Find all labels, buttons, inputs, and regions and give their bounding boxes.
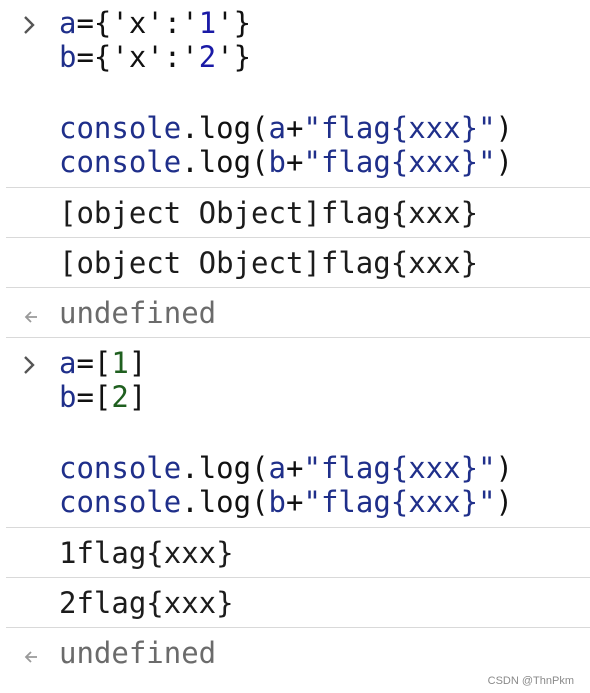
variable-name: a (268, 111, 287, 145)
log-method: log (198, 111, 252, 145)
console-identifier: console (59, 485, 182, 519)
punctuation: ) (495, 451, 514, 485)
console-input-line[interactable]: b=[2] (59, 380, 146, 414)
punctuation: ] (128, 346, 147, 380)
row-divider (6, 237, 590, 238)
console-result-value: undefined (59, 296, 217, 330)
string-literal: "flag{xxx}" (303, 111, 496, 145)
operator: + (286, 451, 304, 485)
console-output-line: 2flag{xxx} (59, 586, 234, 620)
console-input-line[interactable]: b={'x':'2'} (59, 40, 251, 74)
return-arrow-icon (18, 642, 42, 666)
variable-name: b (59, 380, 77, 414)
log-method: log (198, 145, 252, 179)
console-output-line: [object Object]flag{xxx} (59, 196, 479, 230)
punctuation: ={ (76, 6, 112, 40)
quote: ' (146, 40, 164, 74)
punctuation: ( (251, 111, 269, 145)
punctuation: =[ (76, 346, 112, 380)
variable-name: b (268, 485, 287, 519)
punctuation: ) (495, 145, 514, 179)
console-input-line[interactable]: console.log(b+"flag{xxx}") (59, 145, 513, 179)
punctuation: . (181, 111, 199, 145)
variable-name: b (268, 145, 287, 179)
console-result-value: undefined (59, 636, 217, 670)
punctuation: ) (495, 485, 514, 519)
operator: + (286, 485, 304, 519)
punctuation: ( (251, 451, 269, 485)
punctuation: ={ (76, 40, 112, 74)
console-output-line: [object Object]flag{xxx} (59, 246, 479, 280)
variable-name: a (268, 451, 287, 485)
log-method: log (198, 451, 252, 485)
punctuation: } (233, 40, 252, 74)
quote: ' (181, 6, 199, 40)
chevron-right-icon (18, 10, 42, 34)
row-divider (6, 527, 590, 528)
log-method: log (198, 485, 252, 519)
number-value: 1 (111, 346, 129, 380)
console-input-line[interactable]: console.log(a+"flag{xxx}") (59, 111, 513, 145)
console-identifier: console (59, 451, 182, 485)
row-divider (6, 577, 590, 578)
operator: + (286, 145, 304, 179)
console-input-line[interactable]: console.log(a+"flag{xxx}") (59, 451, 513, 485)
row-divider (6, 627, 590, 628)
quote: ' (216, 40, 234, 74)
console-input-line[interactable]: console.log(b+"flag{xxx}") (59, 485, 513, 519)
string-literal: "flag{xxx}" (303, 485, 496, 519)
console-identifier: console (59, 145, 182, 179)
operator: + (286, 111, 304, 145)
string-value: 1 (198, 6, 217, 40)
punctuation: . (181, 145, 199, 179)
quote: ' (146, 6, 164, 40)
console-input-line[interactable]: a={'x':'1'} (59, 6, 251, 40)
punctuation: . (181, 451, 199, 485)
string-value: 2 (198, 40, 217, 74)
console-input-line[interactable]: a=[1] (59, 346, 146, 380)
object-key: x (128, 6, 147, 40)
watermark-text: CSDN @ThnPkm (487, 675, 574, 687)
punctuation: ( (251, 145, 269, 179)
number-value: 2 (111, 380, 129, 414)
devtools-console: a={'x':'1'} b={'x':'2'} console.log(a+"f… (0, 0, 590, 693)
punctuation: } (233, 6, 252, 40)
variable-name: a (59, 6, 77, 40)
punctuation: =[ (76, 380, 112, 414)
variable-name: a (59, 346, 77, 380)
punctuation: ( (251, 485, 269, 519)
console-identifier: console (59, 111, 182, 145)
punctuation: : (163, 40, 182, 74)
object-key: x (128, 40, 147, 74)
punctuation: ) (495, 111, 514, 145)
quote: ' (111, 6, 129, 40)
punctuation: ] (128, 380, 147, 414)
quote: ' (111, 40, 129, 74)
variable-name: b (59, 40, 77, 74)
return-arrow-icon (18, 302, 42, 326)
punctuation: : (163, 6, 182, 40)
row-divider (6, 337, 590, 338)
punctuation: . (181, 485, 199, 519)
chevron-right-icon (18, 350, 42, 374)
quote: ' (216, 6, 234, 40)
row-divider (6, 287, 590, 288)
quote: ' (181, 40, 199, 74)
string-literal: "flag{xxx}" (303, 145, 496, 179)
string-literal: "flag{xxx}" (303, 451, 496, 485)
console-output-line: 1flag{xxx} (59, 536, 234, 570)
row-divider (6, 187, 590, 188)
